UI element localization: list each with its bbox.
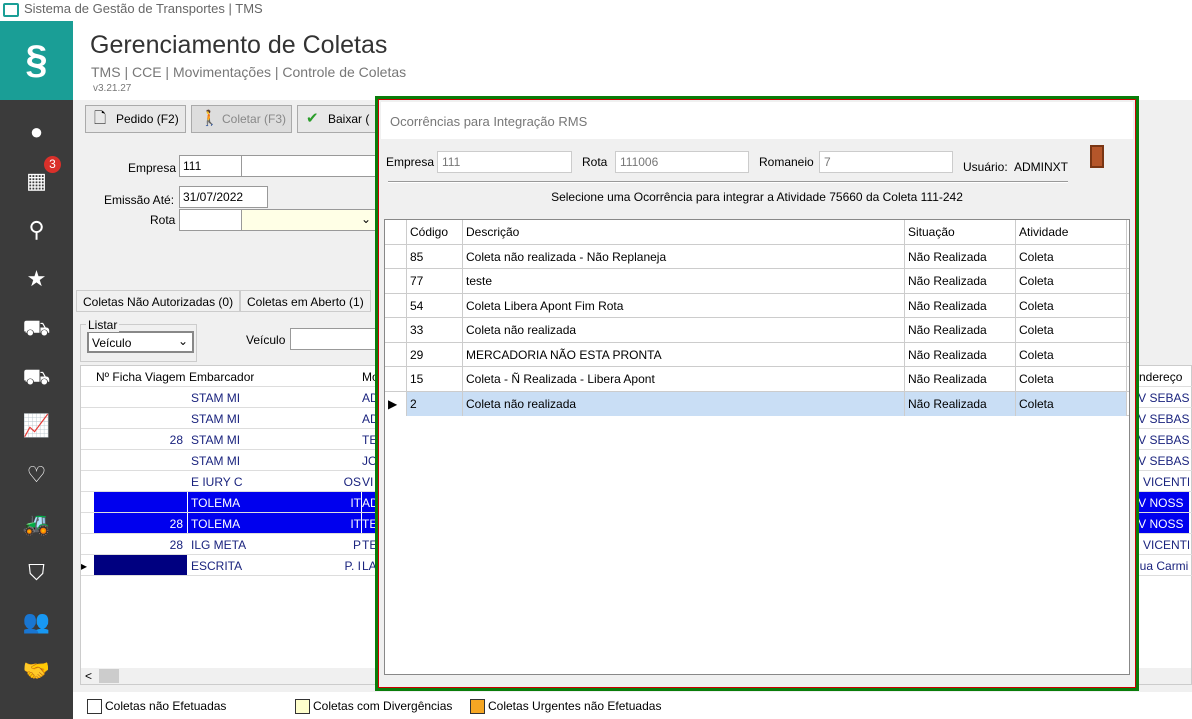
rota-field[interactable]: 111006	[615, 151, 749, 173]
page-title: Gerenciamento de Coletas	[90, 31, 388, 59]
empresa-label: Empresa	[386, 155, 435, 169]
column-header[interactable]: Nº Ficha Viagem	[96, 370, 186, 384]
tractor-icon[interactable]: 🚜	[0, 501, 73, 547]
exit-door-icon[interactable]	[1090, 145, 1104, 168]
usuario-value: ADMINXT	[1014, 160, 1068, 174]
veiculo-input[interactable]	[290, 328, 376, 350]
emissao-label: Emissão Até:	[104, 193, 175, 207]
listar-label: Listar	[86, 318, 120, 332]
breadcrumb: TMS | CCE | Movimentações | Controle de …	[91, 64, 407, 80]
chevron-down-icon: ⌄	[360, 212, 371, 226]
column-header[interactable]: Código	[407, 220, 463, 244]
row-indicator	[385, 244, 407, 269]
version-label: v3.21.27	[93, 83, 132, 94]
ocorrencia-row[interactable]: 15 Coleta - Ñ Realizada - Libera Apont N…	[385, 367, 1129, 392]
pedido-button[interactable]: 🗋 Pedido (F2)	[85, 105, 186, 133]
page-header: Gerenciamento de Coletas TMS | CCE | Mov…	[73, 21, 1192, 100]
romaneio-label: Romaneio	[759, 155, 814, 169]
usuario-label: Usuário:	[963, 160, 1008, 174]
team-icon[interactable]: 👥	[0, 599, 73, 645]
ocorrencia-row[interactable]: 77 teste Não Realizada Coleta	[385, 269, 1129, 294]
rota-input[interactable]	[179, 209, 242, 231]
instruction-message: Selecione uma Ocorrência para integrar a…	[551, 190, 963, 204]
legend-item: Coletas com Divergências	[295, 699, 452, 714]
window-titlebar: Sistema de Gestão de Transportes | TMS	[0, 0, 1192, 21]
logo: §	[0, 21, 73, 100]
heart-icon[interactable]: ♡	[0, 452, 73, 498]
ocorrencia-row[interactable]: 54 Coleta Libera Apont Fim Rota Não Real…	[385, 293, 1129, 318]
ocorrencia-row[interactable]: 33 Coleta não realizada Não Realizada Co…	[385, 318, 1129, 343]
column-header[interactable]: Situação	[905, 220, 1016, 244]
legend-item: Coletas não Efetuadas	[87, 699, 226, 714]
check-icon: ✔	[306, 110, 319, 127]
walking-icon: 🚶	[200, 110, 219, 127]
veiculo-label: Veículo	[246, 333, 286, 347]
listar-select[interactable]: Veículo ⌄	[87, 331, 194, 353]
emissao-input[interactable]: 31/07/2022	[179, 186, 268, 208]
legend: Coletas não Efetuadas Coletas com Diverg…	[73, 692, 1192, 719]
truck-icon[interactable]: ⛟	[0, 305, 73, 351]
coletar-button[interactable]: 🚶 Coletar (F3)	[191, 105, 292, 133]
grid-header: Código Descrição Situação Atividade	[385, 220, 1129, 245]
column-header[interactable]: ndereço	[1139, 370, 1182, 384]
divider	[388, 181, 1068, 183]
shield-icon[interactable]: ⛉	[0, 550, 73, 596]
sidebar: § ● ▦ 3 ⚲ ★ ⛟ ⛟ 📈 ♡ 🚜 ⛉ 👥 🤝	[0, 21, 73, 719]
row-indicator	[385, 367, 407, 391]
chevron-down-icon: ⌄	[177, 334, 188, 348]
truck-icon[interactable]: ⛟	[0, 354, 73, 400]
column-header[interactable]: Embarcador	[189, 370, 254, 384]
window-title: Sistema de Gestão de Transportes | TMS	[24, 1, 263, 16]
column-header[interactable]: Descrição	[463, 220, 905, 244]
chevron-left-icon[interactable]: <	[85, 669, 92, 683]
row-indicator: ▶	[385, 391, 407, 416]
grid-icon[interactable]: ▦ 3	[0, 156, 73, 204]
search-icon[interactable]: ⚲	[0, 207, 73, 253]
rota-label: Rota	[582, 155, 608, 169]
tab-em-aberto[interactable]: Coletas em Aberto (1)	[240, 290, 371, 312]
user-icon[interactable]: ●	[0, 109, 73, 155]
baixar-button[interactable]: ✔ Baixar (	[297, 105, 377, 133]
legend-item: Coletas Urgentes não Efetuadas	[470, 699, 661, 714]
ocorrencia-row[interactable]: 85 Coleta não realizada - Não Replaneja …	[385, 244, 1129, 269]
ocorrencia-row[interactable]: 29 MERCADORIA NÃO ESTA PRONTA Não Realiz…	[385, 342, 1129, 367]
empresa-name-input[interactable]	[241, 155, 376, 177]
column-header[interactable]: Atividade	[1016, 220, 1127, 244]
row-indicator	[385, 269, 407, 293]
empresa-field[interactable]: 111	[437, 151, 572, 173]
app-icon	[3, 3, 19, 17]
notification-badge: 3	[44, 156, 61, 173]
rota-label: Rota	[150, 213, 176, 227]
row-indicator	[385, 342, 407, 367]
ocorrencias-grid: Código Descrição Situação Atividade 85 Cole…	[384, 219, 1130, 675]
rota-select[interactable]: ⌄	[241, 209, 376, 231]
empresa-label: Empresa	[128, 161, 177, 175]
chart-icon[interactable]: 📈	[0, 403, 73, 449]
row-indicator	[385, 318, 407, 342]
row-indicator	[385, 293, 407, 318]
row-indicator: ▸	[81, 559, 88, 573]
dialog-title: Ocorrências para Integração RMS	[381, 102, 1133, 139]
ocorrencias-dialog: Ocorrências para Integração RMS Empresa …	[375, 96, 1139, 691]
romaneio-field[interactable]: 7	[819, 151, 953, 173]
scroll-thumb[interactable]	[99, 669, 119, 683]
ocorrencia-row[interactable]: ▶ 2 Coleta não realizada Não Realizada C…	[385, 391, 1129, 416]
document-icon: 🗋	[94, 110, 107, 127]
star-icon[interactable]: ★	[0, 256, 73, 302]
empresa-input[interactable]: 111	[179, 155, 242, 177]
handshake-icon[interactable]: 🤝	[0, 648, 73, 694]
tab-nao-autorizadas[interactable]: Coletas Não Autorizadas (0)	[76, 290, 241, 312]
